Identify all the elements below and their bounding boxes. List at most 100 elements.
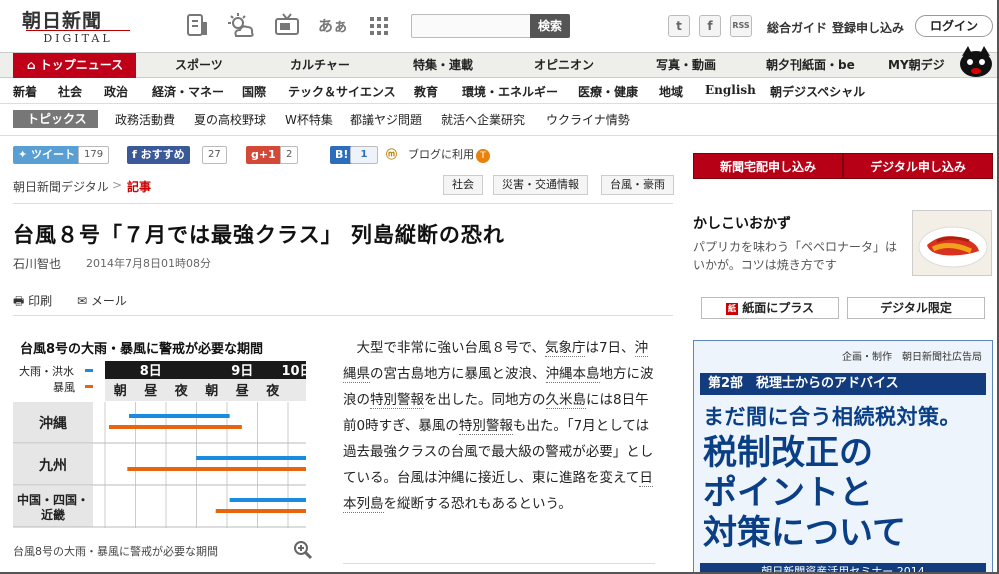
- nav-tab-features[interactable]: 特集・連載: [413, 53, 473, 77]
- time-slot-label: 朝: [114, 383, 127, 399]
- facebook-icon[interactable]: f: [699, 15, 721, 37]
- topics-label: トピックス: [13, 110, 98, 128]
- promo-description[interactable]: パプリカを味わう「ペペロナータ」はいかが。コツは焼き方です: [693, 238, 903, 274]
- region-label: 近畿: [41, 507, 65, 522]
- nav2-item-english[interactable]: English: [705, 83, 756, 97]
- tv-icon[interactable]: [272, 12, 302, 40]
- paper-plus-button[interactable]: 紙 紙面にプラス: [701, 297, 839, 319]
- mail-label: メール: [90, 294, 127, 308]
- nav2-item-politics[interactable]: 政治: [104, 83, 128, 100]
- keyword-link[interactable]: 気象庁: [544, 340, 586, 357]
- ad-credit: 企画・制作 朝日新聞社広告局: [842, 352, 982, 363]
- topic-link[interactable]: 就活へ企業研究: [441, 111, 525, 128]
- gplus-label: +1: [258, 148, 276, 161]
- keyword-link[interactable]: 久米島: [545, 392, 586, 409]
- body-text: を出した。同地方の: [424, 392, 546, 408]
- breadcrumb-home[interactable]: 朝日新聞デジタル: [13, 178, 109, 195]
- facebook-icon: f: [132, 148, 141, 161]
- weather-icon[interactable]: [226, 12, 256, 40]
- search-button[interactable]: 検索: [530, 14, 570, 38]
- twitter-icon: ✦: [18, 148, 32, 161]
- nav-tab-sports[interactable]: スポーツ: [175, 53, 223, 77]
- article-date: 2014年7月8日01時08分: [86, 257, 211, 270]
- topic-link[interactable]: W杯特集: [285, 111, 333, 128]
- nav2-item-environment[interactable]: 環境・エネルギー: [462, 83, 558, 100]
- nav-tab-top-news[interactable]: ⌂ トップニュース: [13, 53, 136, 78]
- keyword-link[interactable]: 沖縄本島: [545, 366, 600, 383]
- twitter-icon[interactable]: t: [668, 15, 690, 37]
- nav2-item-international[interactable]: 国際: [242, 83, 266, 100]
- search-input[interactable]: [411, 14, 531, 38]
- region-label: 沖縄: [39, 415, 67, 432]
- advertisement-banner[interactable]: 企画・制作 朝日新聞社広告局 第2部 税理士からのアドバイス まだ間に合う相続税…: [693, 340, 993, 574]
- nav-tab-opinion[interactable]: オピニオン: [534, 53, 594, 77]
- ad-big-line: 税制改正の: [703, 433, 873, 473]
- print-label: 印刷: [28, 294, 53, 308]
- nav-tab-label: トップニュース: [39, 58, 124, 72]
- wind-warning-bar: [215, 509, 306, 513]
- zoom-in-icon[interactable]: [293, 540, 313, 560]
- print-icon: 🖶: [13, 294, 29, 308]
- region-label: 中国・四国・: [17, 492, 89, 507]
- nav2-item-tech[interactable]: テック＆サイエンス: [288, 83, 396, 100]
- promo-title[interactable]: かしこいおかず: [693, 213, 791, 233]
- nav2-item-economy[interactable]: 経済・マネー: [152, 83, 224, 100]
- nav-tab-culture[interactable]: カルチャー: [290, 53, 350, 77]
- rain-warning-bar: [196, 456, 306, 460]
- tweet-count: 179: [78, 146, 110, 164]
- blog-link[interactable]: ブログに利用 T: [408, 146, 490, 164]
- topic-link[interactable]: 都議ヤジ問題: [350, 111, 422, 128]
- keyword-link[interactable]: 特別警報: [370, 392, 424, 409]
- site-logo[interactable]: 朝日新聞: [22, 6, 102, 33]
- nav2-item-new[interactable]: 新着: [13, 83, 37, 100]
- nav-tab-paper[interactable]: 朝夕刊紙面・be: [766, 53, 855, 77]
- mail-icon: ✉: [77, 294, 91, 308]
- guide-link[interactable]: 総合ガイド: [767, 19, 827, 36]
- mascot-icon[interactable]: [958, 44, 994, 78]
- nav2-item-region[interactable]: 地域: [659, 83, 683, 100]
- legend-wind-label: 暴風: [53, 381, 75, 394]
- fb-count: 27: [202, 146, 227, 164]
- font-size-icon[interactable]: あぁ: [318, 12, 348, 40]
- newspaper-subscribe-button[interactable]: 新聞宅配申し込み: [693, 153, 843, 179]
- category-tag[interactable]: 台風・豪雨: [601, 175, 674, 195]
- ad-band: 第2部 税理士からのアドバイス: [700, 373, 986, 395]
- topic-link[interactable]: 政務活動費: [115, 111, 175, 128]
- category-tag[interactable]: 社会: [443, 175, 483, 195]
- register-link[interactable]: 登録申し込み: [832, 19, 904, 36]
- mail-link[interactable]: ✉ メール: [77, 292, 127, 309]
- fb-label: おすすめ: [140, 148, 185, 161]
- keyword-link[interactable]: 特別警報: [458, 418, 513, 435]
- blog-m-icon[interactable]: ⓜ: [386, 146, 397, 164]
- site-logo-sub[interactable]: DIGITAL: [26, 30, 130, 45]
- nav2-item-society[interactable]: 社会: [58, 83, 82, 100]
- rss-icon[interactable]: RSS: [730, 15, 752, 37]
- gplus-icon: g: [251, 148, 259, 161]
- ad-big-line: 対策について: [703, 513, 906, 553]
- digital-only-button[interactable]: デジタル限定: [847, 297, 985, 319]
- digital-subscribe-button[interactable]: デジタル申し込み: [843, 153, 993, 179]
- nav-tab-my-asahi[interactable]: MY朝デジ: [888, 53, 945, 77]
- topic-link[interactable]: ウクライナ情勢: [546, 111, 630, 128]
- wind-warning-bar: [109, 425, 242, 429]
- day-header-bar: [105, 361, 306, 379]
- grid-menu-icon[interactable]: [364, 12, 394, 40]
- time-slot-label: 昼: [236, 383, 249, 399]
- article-headline: 台風８号「７月では最強クラス」 列島縦断の恐れ: [13, 223, 505, 247]
- login-button[interactable]: ログイン: [915, 15, 993, 37]
- gplus-button[interactable]: g+1: [246, 146, 281, 164]
- print-link[interactable]: 🖶 印刷: [13, 292, 52, 313]
- nav-tab-photo-video[interactable]: 写真・動画: [656, 53, 716, 77]
- facebook-recommend-button[interactable]: f おすすめ: [127, 146, 190, 164]
- news-icon[interactable]: [182, 12, 212, 40]
- nav2-item-special[interactable]: 朝デジスペシャル: [770, 83, 865, 100]
- category-tag[interactable]: 災害・交通情報: [493, 175, 588, 195]
- promo-food-image[interactable]: [912, 210, 992, 276]
- nav2-item-health[interactable]: 医療・健康: [578, 83, 638, 100]
- region-label: 九州: [38, 458, 67, 474]
- typhoon-warning-graphic[interactable]: 台風8号の大雨・暴風に警戒が必要な期間 8日 9日 10日朝昼夜朝昼夜大雨・洪水 暴風…: [13, 335, 310, 531]
- tweet-button[interactable]: ✦ ツイート: [13, 146, 81, 164]
- topic-link[interactable]: 夏の高校野球: [194, 111, 266, 128]
- nav2-item-education[interactable]: 教育: [414, 83, 438, 100]
- home-icon: ⌂: [27, 58, 40, 72]
